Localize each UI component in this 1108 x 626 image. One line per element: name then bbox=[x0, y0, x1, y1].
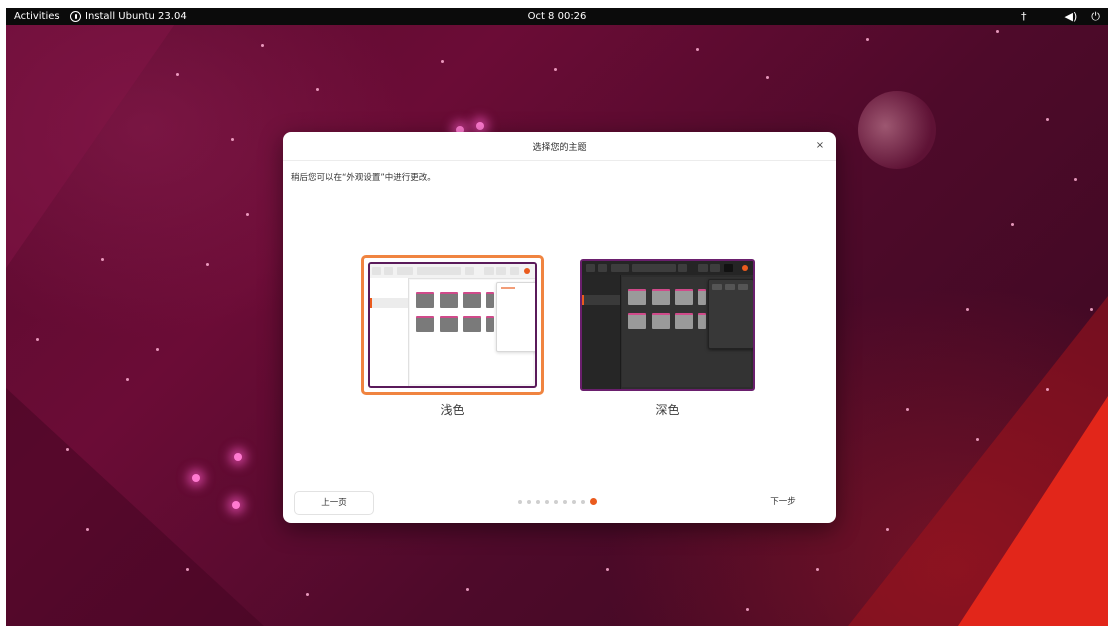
star bbox=[606, 568, 609, 571]
theme-dialog: 选择您的主题 × 稍后您可以在“外观设置”中进行更改。 浅色 深色 上一页 下一… bbox=[283, 132, 836, 523]
star bbox=[816, 568, 819, 571]
wallpaper-shape bbox=[6, 388, 266, 626]
activities-button[interactable]: Activities bbox=[14, 8, 60, 25]
folder-icon bbox=[416, 316, 434, 332]
wallpaper-moon bbox=[858, 91, 936, 169]
star bbox=[1046, 388, 1049, 391]
star bbox=[1046, 118, 1049, 121]
star bbox=[306, 593, 309, 596]
star-glow bbox=[232, 501, 240, 509]
folder-icon bbox=[440, 316, 458, 332]
dialog-header: 选择您的主题 × bbox=[283, 132, 836, 161]
star bbox=[1074, 178, 1077, 181]
star bbox=[101, 258, 104, 261]
star bbox=[976, 438, 979, 441]
page-dot bbox=[572, 499, 576, 504]
back-button[interactable]: 上一页 bbox=[294, 491, 374, 515]
theme-option-dark[interactable]: 深色 bbox=[576, 255, 759, 418]
dialog-title: 选择您的主题 bbox=[532, 143, 587, 153]
wallpaper-shape bbox=[6, 8, 186, 268]
star bbox=[886, 528, 889, 531]
star bbox=[231, 138, 234, 141]
star bbox=[1090, 308, 1093, 311]
folder-icon bbox=[416, 292, 434, 308]
installer-icon bbox=[70, 11, 81, 22]
folder-icon bbox=[463, 316, 481, 332]
next-button[interactable]: 下一步 bbox=[744, 491, 822, 513]
star bbox=[261, 44, 264, 47]
page-dot bbox=[536, 499, 540, 504]
star bbox=[1011, 223, 1014, 226]
app-menu-label: Install Ubuntu 23.04 bbox=[85, 11, 187, 22]
folder-icon bbox=[675, 289, 693, 305]
folder-icon bbox=[628, 313, 646, 329]
star bbox=[966, 308, 969, 311]
theme-card-frame bbox=[576, 255, 759, 395]
page-dot bbox=[554, 499, 558, 504]
folder-icon bbox=[628, 289, 646, 305]
popup-menu-preview bbox=[708, 279, 753, 349]
star bbox=[746, 608, 749, 611]
close-button[interactable]: × bbox=[812, 138, 828, 154]
system-tray[interactable]: † ◀) ⏻ bbox=[1021, 8, 1100, 25]
page-dot bbox=[527, 499, 531, 504]
wallpaper-shape bbox=[958, 396, 1108, 626]
star bbox=[441, 60, 444, 63]
star-glow bbox=[234, 453, 242, 461]
star bbox=[316, 88, 319, 91]
star bbox=[186, 568, 189, 571]
page-dot bbox=[581, 499, 585, 504]
star-glow bbox=[192, 474, 200, 482]
theme-label-dark: 深色 bbox=[655, 403, 680, 417]
star bbox=[246, 213, 249, 216]
star bbox=[554, 68, 557, 71]
light-theme-preview bbox=[368, 262, 537, 388]
page-dot bbox=[563, 499, 567, 504]
dark-theme-preview bbox=[580, 259, 755, 391]
star bbox=[466, 588, 469, 591]
star bbox=[696, 48, 699, 51]
star bbox=[866, 38, 869, 41]
power-icon[interactable]: ⏻ bbox=[1091, 8, 1100, 25]
theme-label-light: 浅色 bbox=[440, 403, 465, 417]
star bbox=[996, 30, 999, 33]
page-dot-current bbox=[590, 498, 597, 505]
page-dot bbox=[518, 499, 522, 504]
folder-icon bbox=[652, 289, 670, 305]
folder-icon bbox=[463, 292, 481, 308]
folder-icon bbox=[698, 289, 706, 305]
star bbox=[86, 528, 89, 531]
star bbox=[206, 263, 209, 266]
star bbox=[906, 408, 909, 411]
top-bar: Activities Install Ubuntu 23.04 Oct 8 00… bbox=[6, 8, 1108, 25]
folder-icon bbox=[698, 313, 706, 329]
dialog-subtitle: 稍后您可以在“外观设置”中进行更改。 bbox=[291, 173, 436, 183]
clock[interactable]: Oct 8 00:26 bbox=[528, 11, 587, 22]
folder-icon bbox=[486, 292, 494, 308]
theme-option-light[interactable]: 浅色 bbox=[361, 255, 544, 418]
star bbox=[766, 76, 769, 79]
popup-menu-preview bbox=[496, 282, 535, 352]
folder-icon bbox=[486, 316, 494, 332]
volume-icon[interactable]: ◀) bbox=[1065, 8, 1078, 25]
folder-icon bbox=[652, 313, 670, 329]
theme-card-frame bbox=[361, 255, 544, 395]
page-dot bbox=[545, 499, 549, 504]
folder-icon bbox=[440, 292, 458, 308]
accessibility-icon[interactable]: † bbox=[1021, 8, 1027, 25]
star bbox=[66, 448, 69, 451]
star bbox=[176, 73, 179, 76]
folder-icon bbox=[675, 313, 693, 329]
star bbox=[36, 338, 39, 341]
star bbox=[126, 378, 129, 381]
app-menu[interactable]: Install Ubuntu 23.04 bbox=[70, 8, 187, 25]
star-glow bbox=[476, 122, 484, 130]
page-indicator bbox=[518, 498, 597, 505]
close-icon: × bbox=[815, 140, 825, 151]
star bbox=[156, 348, 159, 351]
